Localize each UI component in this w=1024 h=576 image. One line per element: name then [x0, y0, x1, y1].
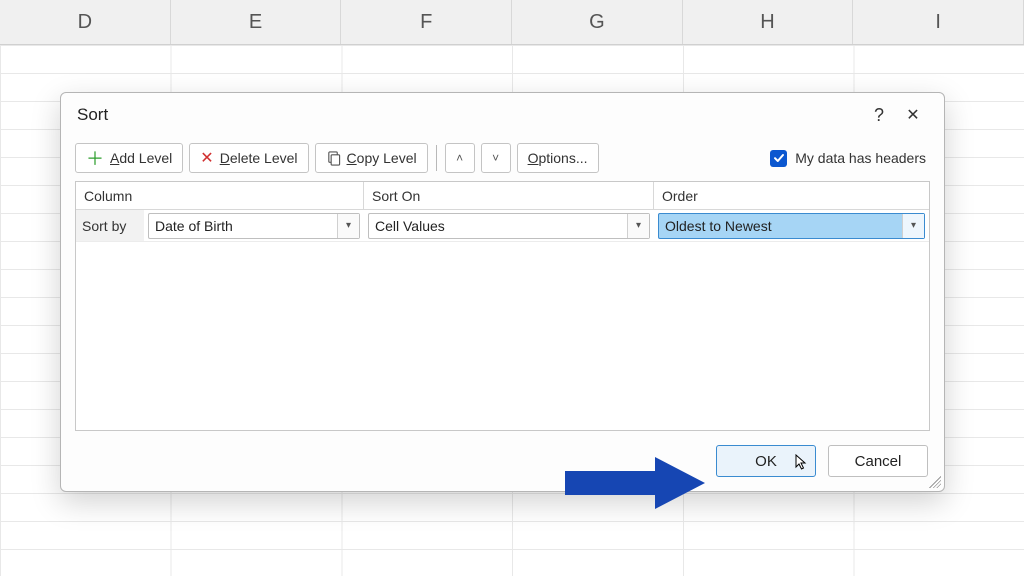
move-up-button[interactable]: ˄	[445, 143, 475, 173]
toolbar-separator	[436, 145, 437, 171]
column-header[interactable]: D	[0, 0, 171, 44]
x-icon: ✕	[200, 148, 213, 168]
chevron-down-icon: ▾	[902, 214, 924, 238]
move-down-button[interactable]: ˅	[481, 143, 511, 173]
column-value: Date of Birth	[155, 218, 233, 234]
sortby-label: Sort by	[76, 210, 144, 241]
ok-label: OK	[755, 453, 777, 470]
column-header[interactable]: E	[171, 0, 342, 44]
delete-level-button[interactable]: ✕ Delete Level	[189, 143, 308, 173]
copy-level-label: Copy Level	[347, 150, 417, 166]
chevron-down-icon: ˅	[492, 151, 499, 165]
chevron-down-icon: ▾	[337, 214, 359, 238]
column-header[interactable]: H	[683, 0, 854, 44]
ok-button[interactable]: OK	[716, 445, 816, 477]
grid-header-order: Order	[654, 182, 929, 209]
column-header[interactable]: G	[512, 0, 683, 44]
cancel-button[interactable]: Cancel	[828, 445, 928, 477]
sort-dialog: Sort ? ✕ ＋ Add Level ✕ Delete Level Copy…	[60, 92, 945, 492]
dialog-titlebar: Sort ? ✕	[61, 93, 944, 137]
column-header-row: D E F G H I	[0, 0, 1024, 45]
options-label: Options...	[528, 150, 588, 166]
copy-icon	[326, 151, 341, 166]
options-button[interactable]: Options...	[517, 143, 599, 173]
column-header[interactable]: I	[853, 0, 1024, 44]
sorton-dropdown[interactable]: Cell Values ▾	[368, 213, 650, 239]
dialog-footer: OK Cancel	[61, 431, 944, 491]
dialog-toolbar: ＋ Add Level ✕ Delete Level Copy Level ˄ …	[61, 137, 944, 181]
copy-level-button[interactable]: Copy Level	[315, 143, 428, 173]
sort-grid: Column Sort On Order Sort by Date of Bir…	[75, 181, 930, 431]
headers-checkbox[interactable]	[770, 150, 787, 167]
help-button[interactable]: ?	[862, 98, 896, 132]
delete-level-label: Delete Level	[220, 150, 298, 166]
column-header[interactable]: F	[341, 0, 512, 44]
headers-label: My data has headers	[795, 150, 926, 166]
order-dropdown[interactable]: Oldest to Newest ▾	[658, 213, 925, 239]
sort-grid-headers: Column Sort On Order	[76, 182, 929, 210]
add-level-button[interactable]: ＋ Add Level	[75, 143, 183, 173]
sort-level-row: Sort by Date of Birth ▾ Cell Values ▾ Ol…	[76, 210, 929, 242]
chevron-up-icon: ˄	[456, 151, 463, 165]
add-level-label: Add Level	[110, 150, 172, 166]
check-icon	[773, 152, 785, 164]
cancel-label: Cancel	[855, 453, 902, 470]
resize-grip[interactable]	[929, 476, 941, 488]
order-value: Oldest to Newest	[665, 218, 772, 234]
dialog-title: Sort	[77, 105, 862, 125]
chevron-down-icon: ▾	[627, 214, 649, 238]
grid-header-column: Column	[76, 182, 364, 209]
close-button[interactable]: ✕	[896, 98, 930, 132]
grid-header-sorton: Sort On	[364, 182, 654, 209]
plus-icon: ＋	[86, 145, 104, 171]
column-dropdown[interactable]: Date of Birth ▾	[148, 213, 360, 239]
cursor-icon	[795, 454, 809, 477]
headers-checkbox-wrap[interactable]: My data has headers	[770, 150, 930, 167]
sorton-value: Cell Values	[375, 218, 445, 234]
